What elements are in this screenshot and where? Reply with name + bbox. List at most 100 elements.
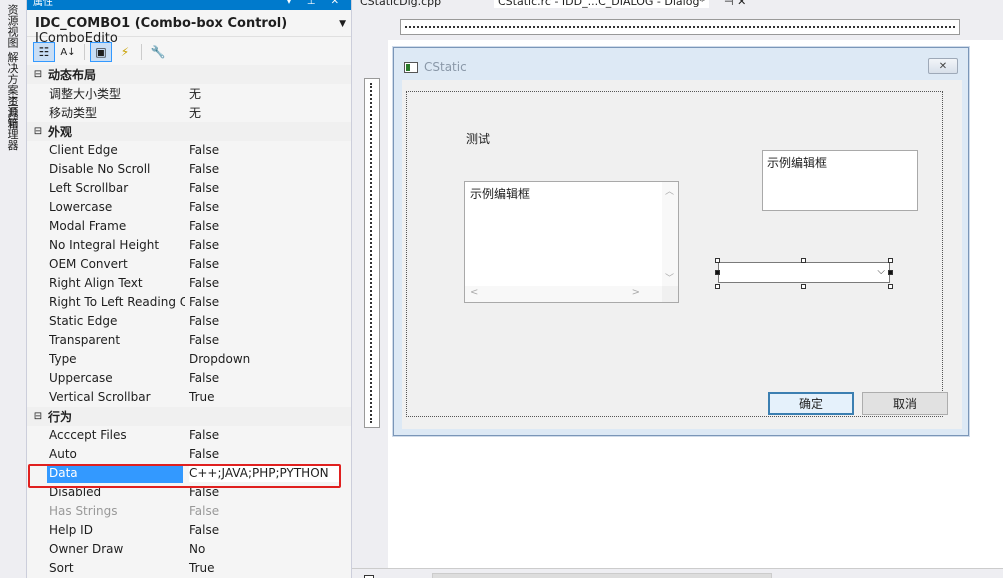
category-header[interactable]: ⊟ 外观 xyxy=(27,122,351,141)
resize-handle[interactable] xyxy=(715,270,720,275)
property-row[interactable]: Left Scrollbar False xyxy=(27,179,351,198)
edit-box-text: 示例编辑框 xyxy=(470,187,531,201)
property-name: Disable No Scroll xyxy=(49,162,151,176)
tab-cstaticdlg-cpp[interactable]: CStaticDlg.cpp xyxy=(360,0,441,8)
property-row[interactable]: Type Dropdown xyxy=(27,350,351,369)
combo-box[interactable]: ⌵ xyxy=(718,262,890,283)
property-value[interactable]: False xyxy=(189,162,219,176)
resize-handle[interactable] xyxy=(801,284,806,289)
property-row[interactable]: Uppercase False xyxy=(27,369,351,388)
edit-box[interactable]: 示例编辑框 xyxy=(762,150,918,211)
property-value[interactable]: 无 xyxy=(189,85,201,102)
property-value[interactable]: True xyxy=(189,390,215,404)
collapse-icon[interactable]: ⊟ xyxy=(30,126,46,137)
dialog-app-icon xyxy=(404,62,418,73)
property-row[interactable]: Client Edge False xyxy=(27,141,351,160)
chevron-left-icon[interactable]: < xyxy=(470,287,478,298)
property-row[interactable]: Static Edge False xyxy=(27,312,351,331)
chevron-right-icon[interactable]: > xyxy=(632,287,640,298)
property-value[interactable]: False xyxy=(189,143,219,157)
property-value[interactable]: False xyxy=(189,181,219,195)
property-row[interactable]: Transparent False xyxy=(27,331,351,350)
property-name: Lowercase xyxy=(49,200,113,214)
property-value[interactable]: False xyxy=(189,504,219,518)
property-value[interactable]: No xyxy=(189,542,205,556)
property-name: Static Edge xyxy=(49,314,118,328)
category-header[interactable]: ⊟ 行为 xyxy=(27,407,351,426)
property-row[interactable]: Auto False xyxy=(27,445,351,464)
properties-window-buttons[interactable]: ▾ ⊥ ✕ xyxy=(287,0,345,7)
property-value[interactable]: False xyxy=(189,276,219,290)
property-value[interactable]: False xyxy=(189,447,219,461)
property-row[interactable]: Help ID False xyxy=(27,521,351,540)
property-value-input[interactable]: C++;JAVA;PHP;PYTHON xyxy=(189,464,339,482)
resize-handle[interactable] xyxy=(715,258,720,263)
horizontal-ruler[interactable] xyxy=(400,19,960,35)
property-row[interactable]: 调整大小类型 无 xyxy=(27,84,351,103)
property-value[interactable]: False xyxy=(189,295,219,309)
property-row[interactable]: Vertical Scrollbar True xyxy=(27,388,351,407)
property-value[interactable]: False xyxy=(189,238,219,252)
chevron-down-icon[interactable]: ▼ xyxy=(339,19,346,29)
resize-handle[interactable] xyxy=(888,270,893,275)
property-row[interactable]: Lowercase False xyxy=(27,198,351,217)
resize-handle[interactable] xyxy=(715,284,720,289)
property-name: Data xyxy=(47,463,183,483)
property-value[interactable]: False xyxy=(189,200,219,214)
collapse-icon[interactable]: ⊟ xyxy=(30,411,46,422)
tab-buttons[interactable]: ⊣ ✕ xyxy=(724,0,746,8)
vertical-scrollbar[interactable]: ︿ ﹀ xyxy=(662,182,678,286)
property-name: Auto xyxy=(49,447,77,461)
property-row[interactable]: Disable No Scroll False xyxy=(27,160,351,179)
property-row[interactable]: Acccept Files False xyxy=(27,426,351,445)
object-type: IComboEdito xyxy=(35,31,118,46)
collapse-icon[interactable]: ⊟ xyxy=(30,69,46,80)
property-row[interactable]: Has Strings False xyxy=(27,502,351,521)
property-row[interactable]: Right To Left Reading Order False xyxy=(27,293,351,312)
property-row[interactable]: Owner Draw No xyxy=(27,540,351,559)
chevron-down-icon[interactable]: ﹀ xyxy=(665,271,674,284)
property-name: Acccept Files xyxy=(49,428,127,442)
resize-handle[interactable] xyxy=(888,258,893,263)
property-value[interactable]: False xyxy=(189,371,219,385)
category-header[interactable]: ⊟ 动态布局 xyxy=(27,65,351,84)
tab-dialog-editor[interactable]: CStatic.rc - IDD_...C_DIALOG - Dialog* xyxy=(494,0,709,8)
property-grid: ⊟ 动态布局 调整大小类型无移动类型无 ⊟ 外观 Client Edge False Disa… xyxy=(27,65,351,578)
editor-bottom-bar xyxy=(352,568,1003,578)
side-tab-toolbox[interactable]: 工具箱 xyxy=(4,96,20,129)
vertical-ruler[interactable] xyxy=(364,78,380,428)
property-value[interactable]: False xyxy=(189,485,219,499)
property-row[interactable]: Modal Frame False xyxy=(27,217,351,236)
property-row[interactable]: Disabled False xyxy=(27,483,351,502)
resize-handle[interactable] xyxy=(801,258,806,263)
property-value[interactable]: False xyxy=(189,314,219,328)
ok-button[interactable]: 确定 xyxy=(768,392,854,415)
property-value[interactable]: False xyxy=(189,428,219,442)
property-value[interactable]: Dropdown xyxy=(189,352,250,366)
horizontal-scrollbar[interactable] xyxy=(432,573,772,578)
object-selector[interactable]: IDC_COMBO1 (Combo-box Control) IComboEdi… xyxy=(27,10,351,46)
horizontal-scrollbar[interactable]: < > xyxy=(465,286,664,302)
cancel-button[interactable]: 取消 xyxy=(862,392,948,415)
property-pages-icon[interactable]: 🔧 xyxy=(147,42,169,62)
property-row[interactable]: 移动类型 无 xyxy=(27,103,351,122)
property-value[interactable]: False xyxy=(189,523,219,537)
chevron-up-icon[interactable]: ︿ xyxy=(665,184,674,197)
property-value[interactable]: True xyxy=(189,561,215,575)
property-value[interactable]: False xyxy=(189,333,219,347)
close-icon[interactable]: ✕ xyxy=(928,58,958,74)
property-name: OEM Convert xyxy=(49,257,128,271)
static-text-label[interactable]: 测试 xyxy=(466,130,490,147)
property-row[interactable]: Right Align Text False xyxy=(27,274,351,293)
property-row[interactable]: OEM Convert False xyxy=(27,255,351,274)
chevron-down-icon[interactable]: ⌵ xyxy=(877,266,885,277)
resize-handle[interactable] xyxy=(888,284,893,289)
property-row[interactable]: Data C++;JAVA;PHP;PYTHON xyxy=(27,463,351,483)
property-value[interactable]: False xyxy=(189,257,219,271)
scrollbar-corner xyxy=(662,286,678,302)
property-row[interactable]: Sort True xyxy=(27,559,351,578)
edit-box-multiline[interactable]: 示例编辑框 ︿ ﹀ < > xyxy=(464,181,679,303)
property-row[interactable]: No Integral Height False xyxy=(27,236,351,255)
property-value[interactable]: False xyxy=(189,219,219,233)
property-value[interactable]: 无 xyxy=(189,104,201,121)
